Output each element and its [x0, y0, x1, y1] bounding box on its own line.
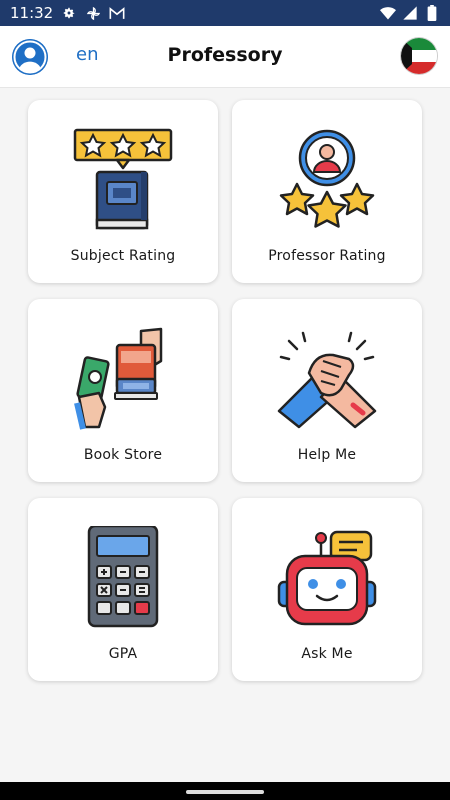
battery-icon — [424, 5, 440, 21]
menu-label-professor-rating: Professor Rating — [268, 248, 386, 264]
menu-grid: Subject Rating Professor Rating Book Sto… — [28, 100, 422, 681]
book-store-card[interactable]: Book Store — [28, 299, 218, 482]
menu-label-subject-rating: Subject Rating — [70, 248, 176, 264]
app-header: en Professory — [0, 26, 450, 88]
status-right — [380, 5, 440, 21]
language-button[interactable]: en — [76, 44, 98, 65]
gpa-card[interactable]: GPA — [28, 498, 218, 681]
pinwheel-icon — [85, 5, 101, 21]
ask-me-card[interactable]: Ask Me — [232, 498, 422, 681]
professor-rating-card[interactable]: Professor Rating — [232, 100, 422, 283]
calculator-icon — [71, 524, 175, 630]
book-purchase-icon — [71, 327, 175, 431]
kuwait-flag-icon[interactable] — [401, 38, 437, 74]
gear-icon — [61, 5, 77, 21]
signal-icon — [402, 5, 418, 21]
help-me-card[interactable]: Help Me — [232, 299, 422, 482]
status-time: 11:32 — [10, 4, 54, 22]
robot-chat-icon — [275, 526, 379, 630]
menu-label-book-store: Book Store — [83, 447, 163, 463]
status-bar: 11:32 — [0, 0, 450, 26]
subject-rating-card[interactable]: Subject Rating — [28, 100, 218, 283]
page-title: Professory — [167, 44, 283, 66]
system-nav-bar — [0, 782, 450, 800]
home-gesture-handle[interactable] — [186, 790, 264, 794]
menu-label-gpa: GPA — [108, 646, 138, 662]
menu-label-help-me: Help Me — [297, 447, 357, 463]
menu-label-ask-me: Ask Me — [301, 646, 353, 662]
book-stars-icon — [71, 128, 175, 232]
handshake-icon — [275, 327, 379, 431]
gmail-icon — [109, 5, 125, 21]
status-left: 11:32 — [10, 4, 125, 22]
user-avatar-icon[interactable] — [12, 39, 48, 75]
professor-stars-icon — [275, 128, 379, 232]
wifi-icon — [380, 5, 396, 21]
